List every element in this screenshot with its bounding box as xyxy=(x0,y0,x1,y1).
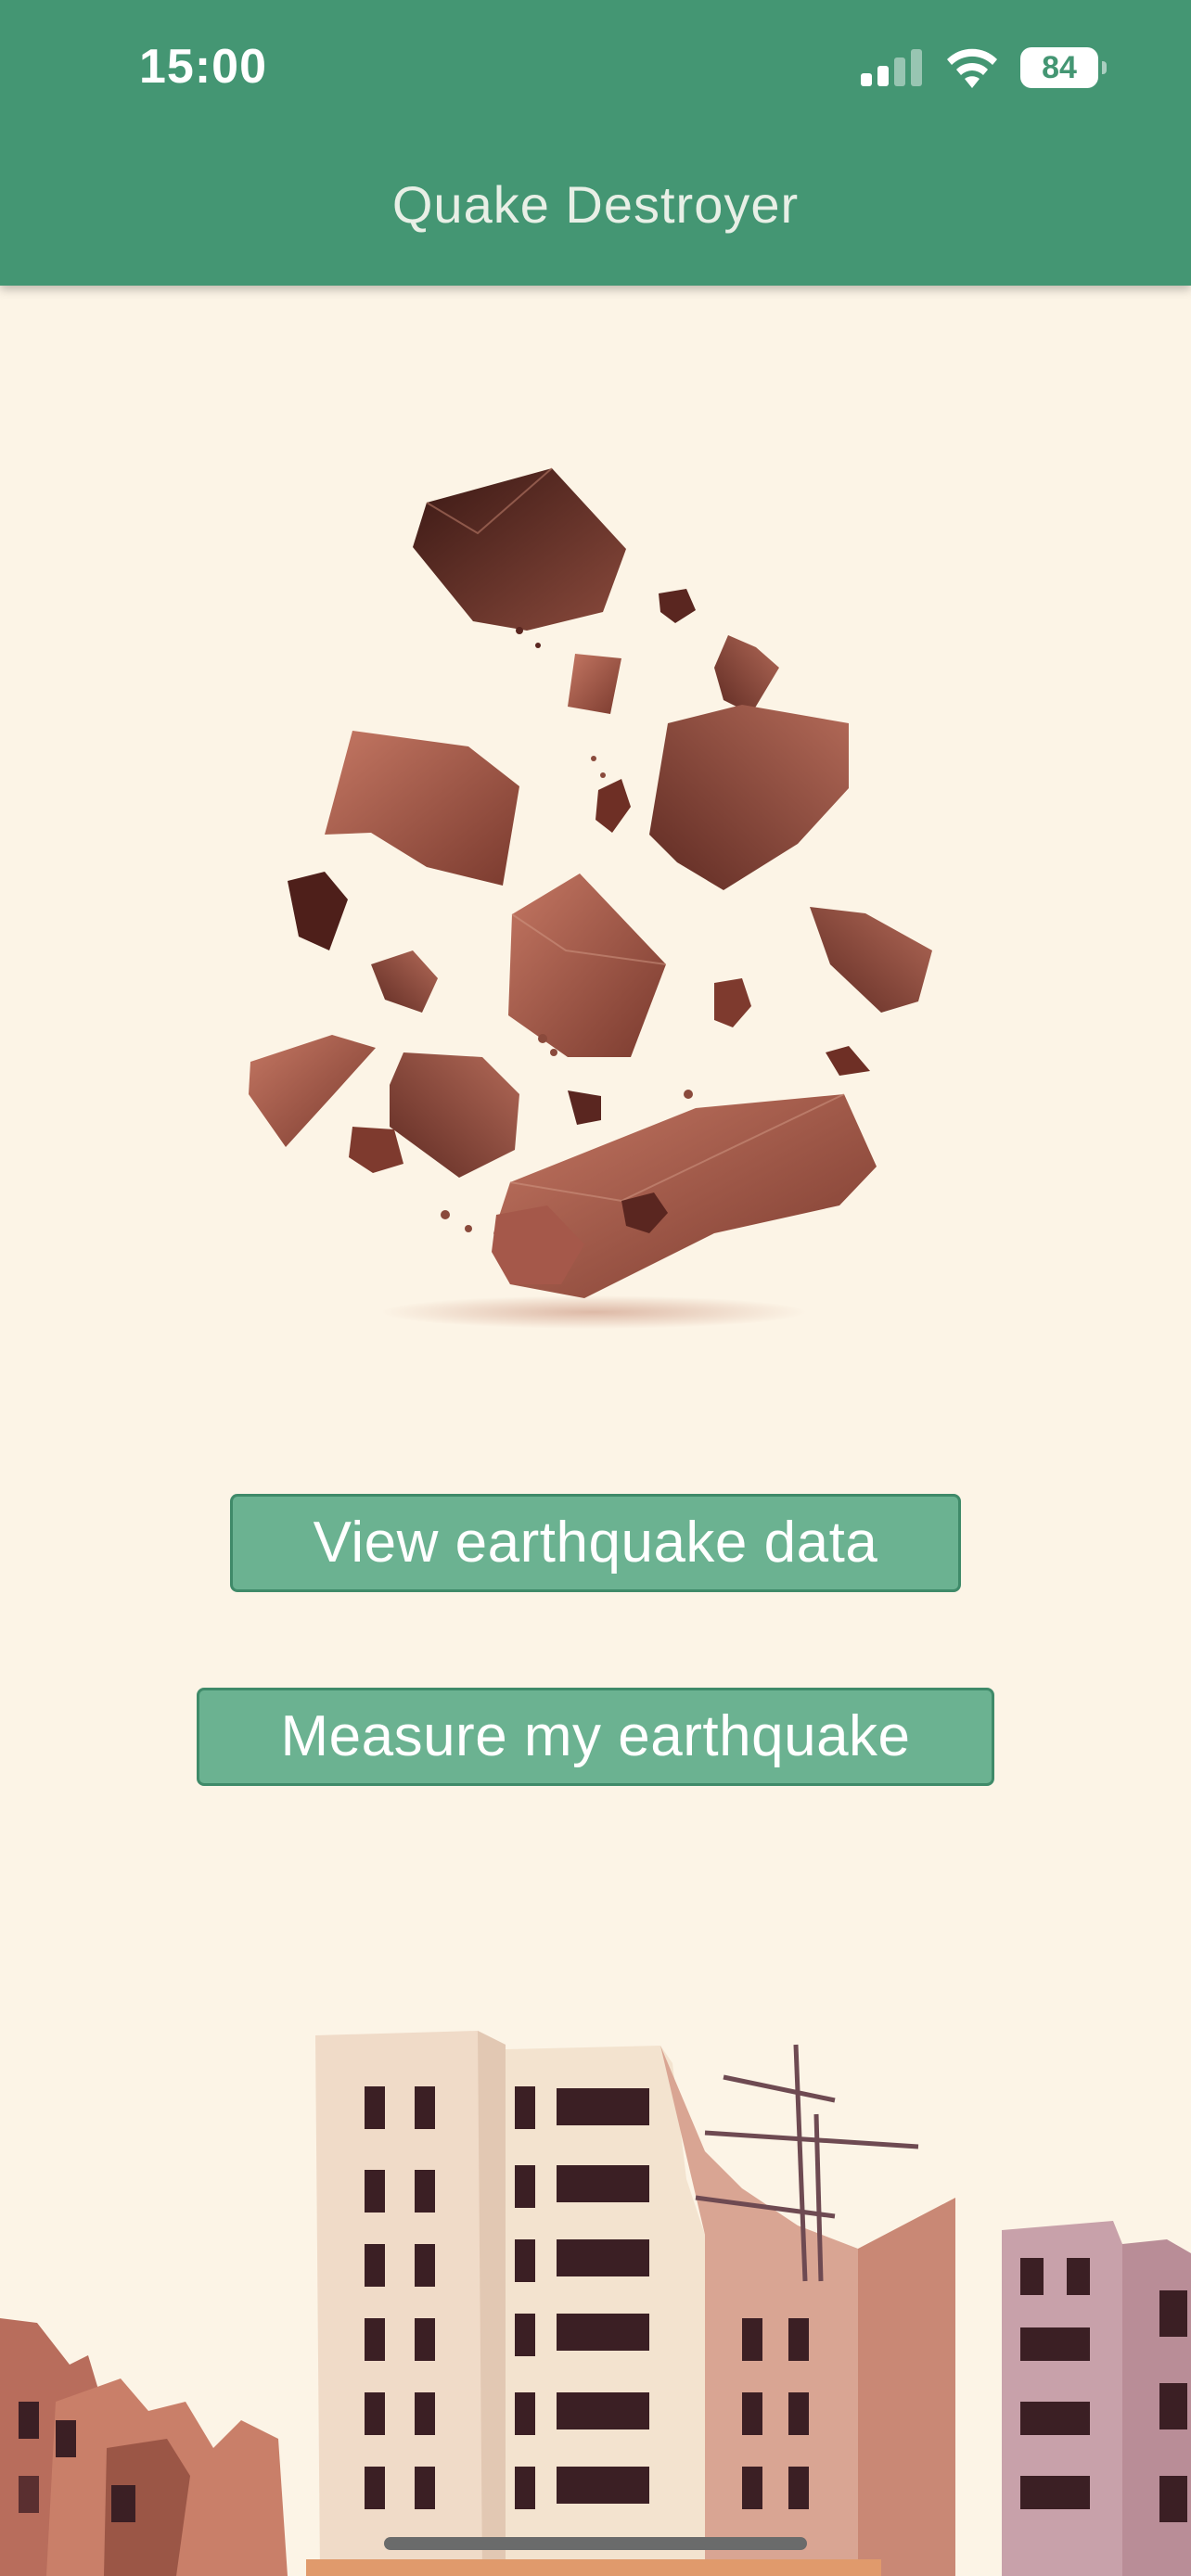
battery-level: 84 xyxy=(1042,49,1077,85)
app-screen: 15:00 84 Quake Destroyer View earthquake… xyxy=(0,0,1191,2576)
page-title: Quake Destroyer xyxy=(391,175,800,234)
measure-my-earthquake-button[interactable]: Measure my earthquake xyxy=(197,1688,994,1786)
view-earthquake-data-button[interactable]: View earthquake data xyxy=(230,1494,961,1592)
home-indicator[interactable] xyxy=(384,2537,807,2550)
cellular-signal-icon xyxy=(861,49,922,86)
wifi-icon xyxy=(947,48,997,88)
ruined-buildings-illustration xyxy=(0,2031,1191,2576)
status-time: 15:00 xyxy=(139,40,267,94)
falling-rocks-illustration xyxy=(249,467,932,1329)
battery-icon: 84 xyxy=(1020,47,1107,88)
status-icons: 84 xyxy=(861,45,1107,91)
app-header: 15:00 84 Quake Destroyer xyxy=(0,0,1191,286)
